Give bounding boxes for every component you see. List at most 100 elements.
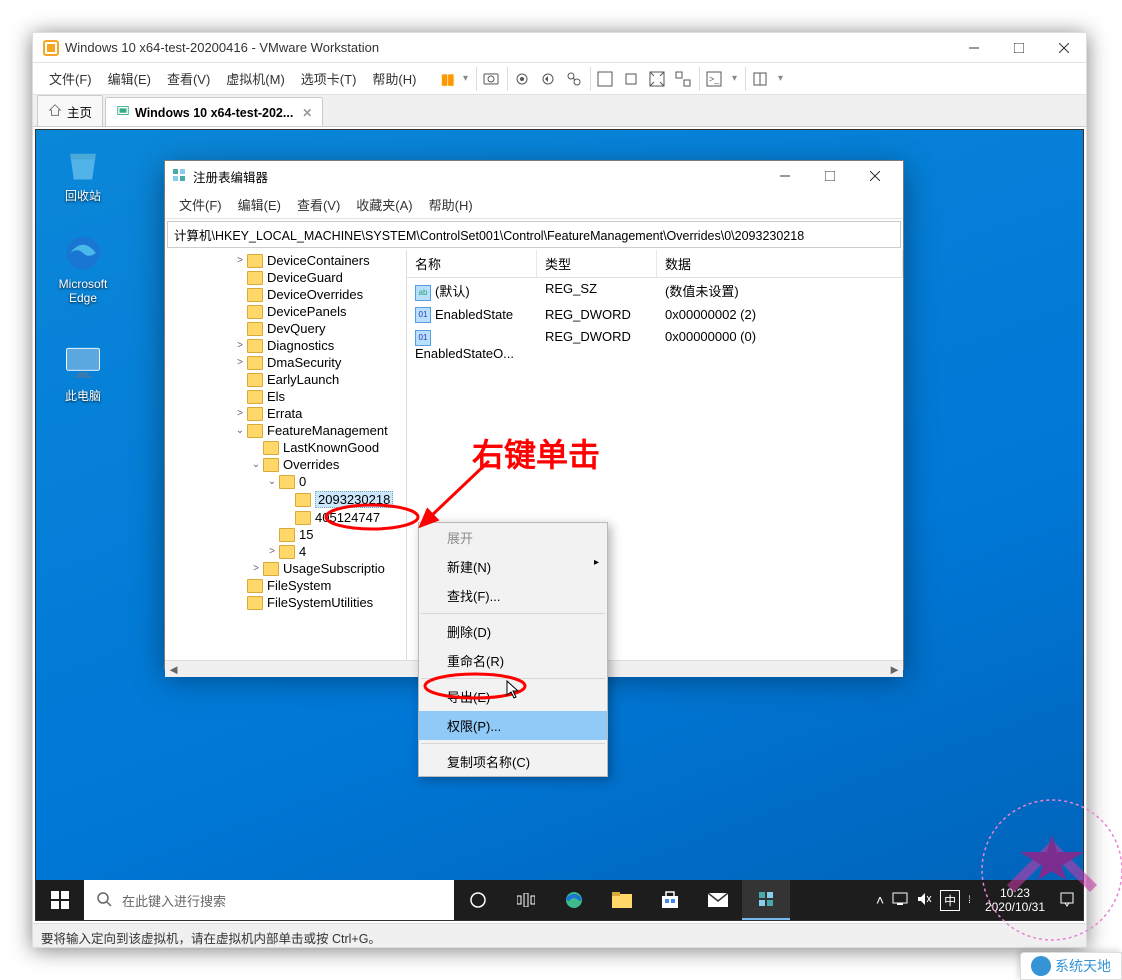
regedit-maximize[interactable] bbox=[807, 161, 852, 191]
vm-viewport[interactable]: 回收站 Microsoft Edge 此电脑 注册表编辑器 文件(F) 编辑(E… bbox=[35, 129, 1084, 921]
cm-rename[interactable]: 重命名(R) bbox=[419, 646, 607, 675]
folder-icon bbox=[247, 579, 263, 593]
tab-close-icon[interactable]: ✕ bbox=[302, 106, 312, 120]
task-store[interactable] bbox=[646, 880, 694, 920]
fit-guest-icon[interactable] bbox=[623, 71, 639, 87]
search-box[interactable]: 在此键入进行搜索 bbox=[84, 880, 454, 920]
folder-icon bbox=[247, 305, 263, 319]
cm-delete[interactable]: 删除(D) bbox=[419, 617, 607, 646]
vmware-maximize-button[interactable] bbox=[996, 33, 1041, 63]
folder-icon bbox=[279, 475, 295, 489]
recycle-label: 回收站 bbox=[46, 187, 120, 204]
svg-text:>_: >_ bbox=[709, 74, 720, 84]
task-cortana[interactable] bbox=[454, 880, 502, 920]
task-edge[interactable] bbox=[550, 880, 598, 920]
pause-icon[interactable]: ▮▮ bbox=[440, 70, 453, 88]
regedit-titlebar[interactable]: 注册表编辑器 bbox=[165, 161, 903, 191]
folder-icon bbox=[295, 493, 311, 507]
tray-network-icon[interactable] bbox=[892, 892, 908, 909]
desktop-icon-edge[interactable]: Microsoft Edge bbox=[46, 230, 120, 305]
cm-copykeyname[interactable]: 复制项名称(C) bbox=[419, 747, 607, 776]
desktop-icon-thispc[interactable]: 此电脑 bbox=[46, 340, 120, 404]
vmware-title-text: Windows 10 x64-test-20200416 - VMware Wo… bbox=[65, 40, 951, 55]
taskbar: 在此键入进行搜索 ˄ 中 ⁞ 10:23 2020/10/31 bbox=[36, 880, 1083, 920]
search-icon bbox=[96, 891, 112, 910]
unity-icon[interactable] bbox=[675, 71, 691, 87]
fit-stretch-icon[interactable] bbox=[597, 71, 613, 87]
vmware-icon bbox=[43, 40, 59, 56]
thispc-icon bbox=[61, 340, 106, 385]
tab-home[interactable]: 主页 bbox=[37, 95, 103, 126]
vmware-titlebar: Windows 10 x64-test-20200416 - VMware Wo… bbox=[33, 33, 1086, 63]
start-button[interactable] bbox=[36, 880, 84, 920]
snapshot-manager-icon[interactable] bbox=[566, 71, 582, 87]
home-icon bbox=[48, 103, 62, 120]
edge-icon bbox=[61, 230, 106, 275]
fullscreen-icon[interactable] bbox=[649, 71, 665, 87]
task-explorer[interactable] bbox=[598, 880, 646, 920]
col-data[interactable]: 数据 bbox=[657, 250, 903, 277]
list-row[interactable]: 01EnabledStateO... REG_DWORD 0x00000000 … bbox=[407, 326, 903, 364]
regedit-title-text: 注册表编辑器 bbox=[193, 167, 268, 186]
cm-new[interactable]: 新建(N) bbox=[419, 552, 607, 581]
scroll-left-icon[interactable]: ◄ bbox=[165, 661, 182, 677]
re-menu-help[interactable]: 帮助(H) bbox=[421, 193, 481, 216]
menu-vm[interactable]: 虚拟机(M) bbox=[218, 65, 293, 92]
folder-icon bbox=[247, 373, 263, 387]
cm-permissions[interactable]: 权限(P)... bbox=[419, 711, 607, 740]
thispc-label: 此电脑 bbox=[46, 387, 120, 404]
regedit-tree[interactable]: >DeviceContainers DeviceGuard DeviceOver… bbox=[165, 250, 407, 660]
vmware-menubar: 文件(F) 编辑(E) 查看(V) 虚拟机(M) 选项卡(T) 帮助(H) ▮▮… bbox=[33, 63, 1086, 95]
tab-vm-label: Windows 10 x64-test-202... bbox=[135, 106, 293, 120]
folder-icon bbox=[263, 458, 279, 472]
task-mail[interactable] bbox=[694, 880, 742, 920]
desktop-icon-recycle[interactable]: 回收站 bbox=[46, 140, 120, 204]
menu-file[interactable]: 文件(F) bbox=[41, 65, 100, 92]
tray-up-icon[interactable]: ˄ bbox=[876, 892, 884, 908]
vmware-close-button[interactable] bbox=[1041, 33, 1086, 63]
tab-home-label: 主页 bbox=[67, 102, 92, 121]
re-menu-file[interactable]: 文件(F) bbox=[171, 193, 230, 216]
vmware-minimize-button[interactable] bbox=[951, 33, 996, 63]
list-row[interactable]: 01EnabledState REG_DWORD 0x00000002 (2) bbox=[407, 304, 903, 327]
re-menu-edit[interactable]: 编辑(E) bbox=[230, 193, 289, 216]
folder-icon bbox=[279, 545, 295, 559]
task-taskview[interactable] bbox=[502, 880, 550, 920]
snapshot-take-icon[interactable] bbox=[514, 71, 530, 87]
list-row[interactable]: ab(默认) REG_SZ (数值未设置) bbox=[407, 278, 903, 304]
tab-vm[interactable]: Windows 10 x64-test-202... ✕ bbox=[105, 97, 323, 126]
recycle-bin-icon bbox=[61, 140, 106, 185]
tray-ime[interactable]: 中 bbox=[940, 890, 960, 911]
tray-volume-icon[interactable] bbox=[916, 892, 932, 909]
dword-value-icon: 01 bbox=[415, 307, 431, 323]
col-type[interactable]: 类型 bbox=[537, 250, 657, 277]
col-name[interactable]: 名称 bbox=[407, 250, 537, 277]
snapshot-revert-icon[interactable] bbox=[540, 71, 556, 87]
snapshot-icon[interactable] bbox=[483, 71, 499, 87]
menu-tabs[interactable]: 选项卡(T) bbox=[293, 65, 365, 92]
cm-find[interactable]: 查找(F)... bbox=[419, 581, 607, 610]
scroll-right-icon[interactable]: ► bbox=[886, 661, 903, 677]
folder-icon bbox=[247, 271, 263, 285]
menu-view[interactable]: 查看(V) bbox=[159, 65, 218, 92]
regedit-addressbar[interactable]: 计算机\HKEY_LOCAL_MACHINE\SYSTEM\ControlSet… bbox=[167, 221, 901, 248]
window-icon[interactable] bbox=[752, 71, 768, 87]
folder-icon bbox=[247, 254, 263, 268]
menu-help[interactable]: 帮助(H) bbox=[364, 65, 424, 92]
folder-icon bbox=[247, 407, 263, 421]
site-badge[interactable]: 系统天地 bbox=[1020, 952, 1122, 980]
task-regedit[interactable] bbox=[742, 880, 790, 920]
re-menu-view[interactable]: 查看(V) bbox=[289, 193, 348, 216]
folder-icon bbox=[247, 356, 263, 370]
regedit-minimize[interactable] bbox=[762, 161, 807, 191]
console-icon[interactable]: >_ bbox=[706, 71, 722, 87]
folder-icon bbox=[247, 596, 263, 610]
re-menu-fav[interactable]: 收藏夹(A) bbox=[348, 193, 420, 216]
regedit-close[interactable] bbox=[852, 161, 897, 191]
annotation-text: 右键单击 bbox=[472, 430, 600, 476]
cm-separator bbox=[421, 743, 605, 744]
vm-tab-icon bbox=[116, 104, 130, 121]
menu-edit[interactable]: 编辑(E) bbox=[100, 65, 159, 92]
folder-icon bbox=[263, 562, 279, 576]
vmware-statusbar: 要将输入定向到该虚拟机，请在虚拟机内部单击或按 Ctrl+G。 bbox=[33, 923, 1086, 947]
